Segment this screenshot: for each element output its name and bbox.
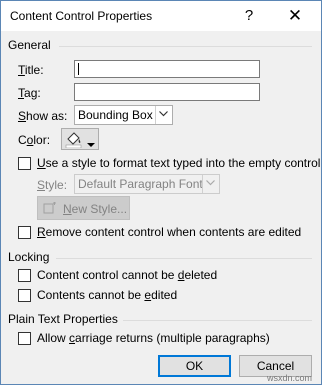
caret-down-icon bbox=[87, 137, 95, 151]
watermark: wsxdn.com bbox=[267, 373, 313, 383]
use-style-label: Use a style to format text typed into th… bbox=[37, 156, 321, 170]
general-divider bbox=[59, 46, 312, 47]
chevron-down-icon bbox=[155, 106, 172, 124]
cannot-edit-label: Contents cannot be edited bbox=[37, 288, 178, 302]
plain-text-group-label: Plain Text Properties bbox=[8, 312, 118, 326]
tag-label: Tag: bbox=[18, 86, 41, 100]
content-control-properties-dialog: Content Control Properties ? ✕ General T… bbox=[0, 0, 322, 385]
remove-control-label: Remove content control when contents are… bbox=[37, 225, 302, 239]
ok-button[interactable]: OK bbox=[158, 355, 231, 377]
locking-group-label: Locking bbox=[8, 250, 50, 264]
new-style-icon bbox=[43, 202, 57, 217]
close-button[interactable]: ✕ bbox=[277, 1, 313, 31]
help-button[interactable]: ? bbox=[231, 1, 267, 31]
use-style-checkbox[interactable] bbox=[18, 157, 31, 170]
general-group-label: General bbox=[8, 38, 51, 52]
title-input[interactable] bbox=[74, 60, 260, 78]
new-style-label: New Style... bbox=[63, 202, 128, 216]
color-picker-button[interactable] bbox=[61, 128, 99, 150]
allow-carriage-returns-checkbox[interactable] bbox=[18, 332, 31, 345]
show-as-label: Show as: bbox=[18, 109, 68, 123]
new-style-button[interactable]: New Style... bbox=[37, 196, 130, 220]
show-as-value: Bounding Box bbox=[78, 108, 153, 122]
tag-input[interactable] bbox=[74, 83, 260, 101]
style-label: Style: bbox=[37, 178, 68, 192]
style-select[interactable]: Default Paragraph Font bbox=[74, 174, 220, 194]
dialog-title: Content Control Properties bbox=[10, 9, 153, 23]
show-as-select[interactable]: Bounding Box bbox=[74, 105, 173, 125]
style-value: Default Paragraph Font bbox=[78, 177, 203, 191]
chevron-down-icon bbox=[202, 175, 219, 193]
paint-bucket-icon bbox=[65, 131, 83, 151]
color-label: Color: bbox=[18, 133, 51, 147]
cannot-edit-checkbox[interactable] bbox=[18, 289, 31, 302]
locking-divider bbox=[56, 258, 312, 259]
text-caret bbox=[78, 63, 79, 75]
title-bar: Content Control Properties ? ✕ bbox=[1, 1, 321, 31]
cannot-delete-checkbox[interactable] bbox=[18, 269, 31, 282]
remove-control-checkbox[interactable] bbox=[18, 226, 31, 239]
title-label: Title: bbox=[18, 63, 44, 77]
plain-text-divider bbox=[123, 320, 312, 321]
allow-carriage-returns-label: Allow carriage returns (multiple paragra… bbox=[37, 331, 270, 345]
cannot-delete-label: Content control cannot be deleted bbox=[37, 268, 218, 282]
